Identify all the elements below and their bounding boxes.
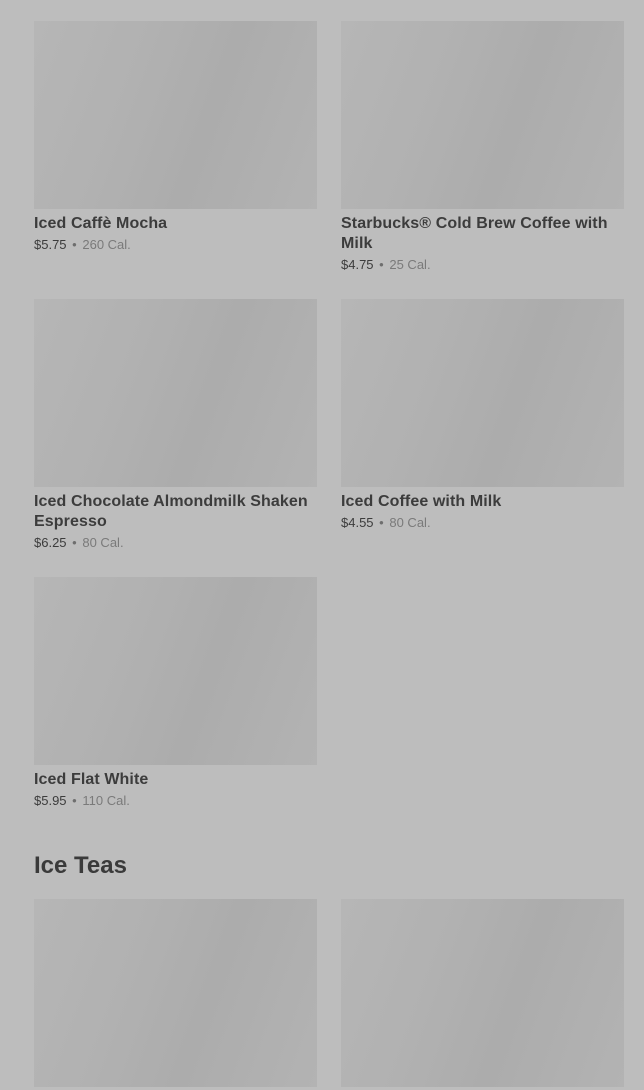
menu-grid-ice-teas (34, 899, 624, 1090)
product-calories: 260 Cal. (82, 237, 131, 252)
product-image (341, 21, 624, 209)
product-image (341, 899, 624, 1087)
menu-item-card[interactable]: Iced Flat White $5.95 • 110 Cal. (34, 577, 317, 855)
product-price: $4.75 (341, 257, 374, 272)
product-calories: 110 Cal. (82, 793, 130, 808)
product-price: $4.55 (341, 515, 374, 530)
menu-item-card[interactable] (34, 899, 317, 1090)
menu-item-card[interactable]: Starbucks® Cold Brew Coffee with Milk $4… (341, 21, 624, 299)
product-image (34, 899, 317, 1087)
product-price: $6.25 (34, 535, 67, 550)
menu-item-card[interactable] (341, 899, 624, 1090)
product-name: Iced Coffee with Milk (341, 493, 502, 510)
product-image (34, 577, 317, 765)
meta-separator: • (379, 515, 384, 530)
product-image (341, 299, 624, 487)
product-meta: $5.95 • 110 Cal. (34, 793, 317, 809)
product-meta: $4.55 • 80 Cal. (341, 515, 624, 531)
product-name: Iced Chocolate Almondmilk Shaken Espress… (34, 493, 308, 530)
product-calories: 80 Cal. (82, 535, 124, 550)
meta-separator: • (72, 237, 77, 252)
product-meta: $5.75 • 260 Cal. (34, 237, 317, 253)
product-meta: $6.25 • 80 Cal. (34, 535, 317, 551)
product-price: $5.95 (34, 793, 67, 808)
menu-grid-iced-coffee: Iced Caffè Mocha $5.75 • 260 Cal. Starbu… (34, 21, 624, 855)
product-image (34, 21, 317, 209)
product-name: Iced Caffè Mocha (34, 215, 168, 232)
meta-separator: • (379, 257, 384, 272)
menu-item-card[interactable]: Iced Chocolate Almondmilk Shaken Espress… (34, 299, 317, 577)
product-price: $5.75 (34, 237, 67, 252)
meta-separator: • (72, 535, 77, 550)
meta-separator: • (72, 793, 77, 808)
menu-item-card[interactable]: Iced Coffee with Milk $4.55 • 80 Cal. (341, 299, 624, 577)
product-name: Starbucks® Cold Brew Coffee with Milk (341, 215, 608, 252)
product-name: Iced Flat White (34, 771, 149, 788)
product-meta: $4.75 • 25 Cal. (341, 257, 624, 273)
section-title-ice-teas: Ice Teas (34, 852, 127, 879)
product-image (34, 299, 317, 487)
menu-item-card[interactable]: Iced Caffè Mocha $5.75 • 260 Cal. (34, 21, 317, 299)
product-calories: 80 Cal. (389, 515, 431, 530)
product-calories: 25 Cal. (389, 257, 431, 272)
